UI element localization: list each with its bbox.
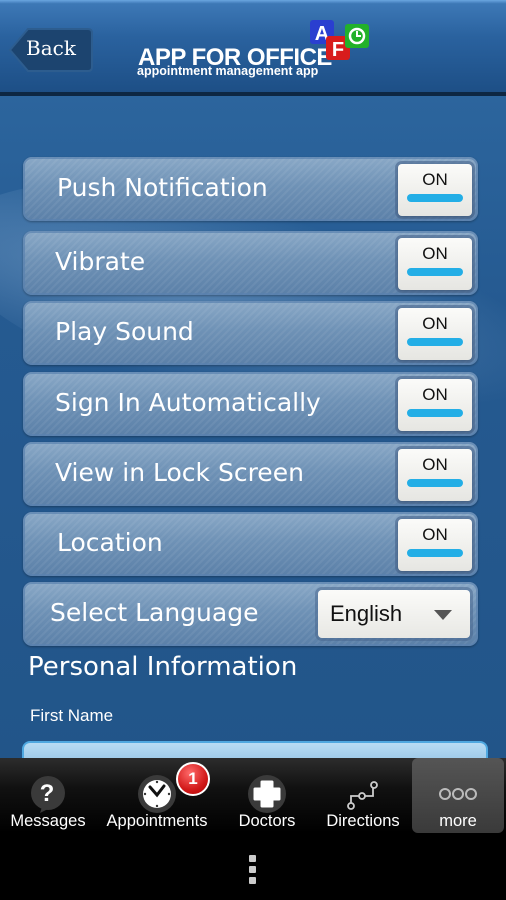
- tab-directions[interactable]: Directions: [316, 758, 410, 833]
- setting-row-select-language: Select Language English: [23, 582, 478, 646]
- tab-messages[interactable]: ? Messages: [0, 758, 96, 833]
- system-nav-bar: [0, 833, 506, 900]
- toggle-indicator: [407, 268, 463, 276]
- tab-label: Messages: [10, 812, 86, 830]
- toggle-indicator: [407, 338, 463, 346]
- setting-row-vibrate: Vibrate ON: [23, 231, 478, 295]
- more-dots-icon: [439, 788, 477, 800]
- location-toggle[interactable]: ON: [398, 519, 472, 571]
- toggle-indicator: [407, 549, 463, 557]
- clock-icon: [138, 775, 176, 813]
- push-notification-toggle[interactable]: ON: [398, 164, 472, 216]
- view-in-lock-screen-toggle[interactable]: ON: [398, 449, 472, 501]
- app-subtitle: appointment management app: [137, 64, 319, 78]
- tab-label: Appointments: [106, 812, 208, 830]
- overflow-menu-icon[interactable]: [249, 855, 256, 888]
- setting-row-play-sound: Play Sound ON: [23, 301, 478, 365]
- toggle-state: ON: [422, 385, 448, 404]
- dropdown-arrow-icon: [434, 610, 452, 620]
- tab-label: Doctors: [238, 812, 296, 830]
- tab-more[interactable]: more: [412, 758, 504, 833]
- toggle-indicator: [407, 479, 463, 487]
- settings-screen: Back APP FOR OFFICE appointment manageme…: [0, 0, 506, 760]
- first-name-label: First Name: [30, 706, 114, 725]
- question-bubble-icon: ?: [31, 776, 65, 813]
- setting-label: Vibrate: [55, 247, 146, 276]
- medical-cross-icon: [248, 775, 286, 813]
- svg-text:?: ?: [40, 780, 55, 807]
- play-sound-toggle[interactable]: ON: [398, 308, 472, 360]
- back-button[interactable]: Back: [8, 26, 93, 72]
- setting-label: View in Lock Screen: [55, 458, 304, 487]
- toggle-indicator: [407, 194, 463, 202]
- language-selected-value: English: [330, 601, 403, 626]
- setting-row-view-in-lock-screen: View in Lock Screen ON: [23, 442, 478, 506]
- back-label: Back: [26, 36, 76, 60]
- select-language-label: Select Language: [50, 598, 259, 627]
- setting-label: Push Notification: [57, 173, 268, 202]
- route-icon: [347, 781, 378, 810]
- sign-in-automatically-toggle[interactable]: ON: [398, 379, 472, 431]
- toggle-state: ON: [422, 314, 448, 333]
- toggle-state: ON: [422, 525, 448, 544]
- toggle-state: ON: [422, 455, 448, 474]
- language-select[interactable]: English: [318, 590, 470, 638]
- toggle-indicator: [407, 409, 463, 417]
- toggle-state: ON: [422, 244, 448, 263]
- setting-row-location: Location ON: [23, 512, 478, 576]
- personal-information-heading: Personal Information: [28, 652, 298, 682]
- setting-label: Location: [57, 528, 163, 557]
- bottom-tab-bar: ? Messages Appointments Doctors Directio…: [0, 758, 506, 833]
- setting-label: Sign In Automatically: [55, 388, 321, 417]
- tab-label: more: [439, 812, 477, 830]
- svg-text:F: F: [332, 39, 344, 61]
- setting-label: Play Sound: [55, 317, 194, 346]
- setting-row-push-notification: Push Notification ON: [23, 157, 478, 221]
- app-logo-icon: A F: [310, 20, 369, 61]
- tab-doctors[interactable]: Doctors: [218, 758, 316, 833]
- vibrate-toggle[interactable]: ON: [398, 238, 472, 290]
- setting-row-sign-in-automatically: Sign In Automatically ON: [23, 372, 478, 436]
- app-header: Back APP FOR OFFICE appointment manageme…: [0, 0, 506, 96]
- appointments-badge: 1: [176, 762, 210, 796]
- tab-label: Directions: [326, 812, 400, 830]
- toggle-state: ON: [422, 170, 448, 189]
